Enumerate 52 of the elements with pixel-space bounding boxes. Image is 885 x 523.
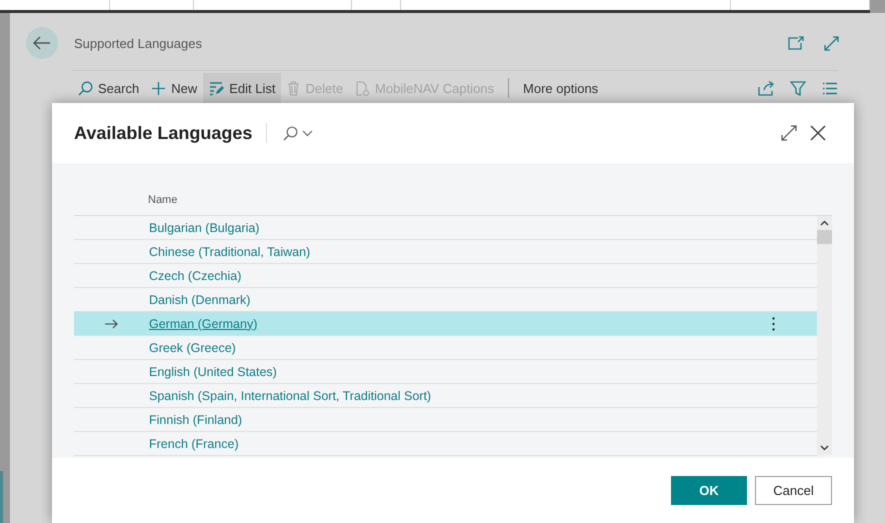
- toolbar-button[interactable]: New: [145, 73, 204, 103]
- expand-icon[interactable]: [781, 125, 797, 141]
- list-row[interactable]: English (United States): [74, 360, 817, 384]
- toolbar-button[interactable]: More options: [517, 73, 604, 103]
- language-name[interactable]: Chinese (Traditional, Taiwan): [149, 244, 310, 258]
- list-row[interactable]: Spanish (Spain, International Sort, Traditional Sort): [74, 384, 817, 408]
- back-button[interactable]: [26, 27, 58, 59]
- column-header[interactable]: Name: [148, 194, 178, 206]
- document-icon: [355, 80, 370, 96]
- list-row[interactable]: Bulgarian (Bulgaria): [74, 216, 817, 240]
- search-dropdown[interactable]: [281, 124, 316, 142]
- list-row[interactable]: Finnish (Finland): [74, 408, 817, 432]
- ok-button[interactable]: OK: [671, 476, 747, 505]
- scrollbar-thumb[interactable]: [817, 230, 832, 244]
- list-row[interactable]: Chinese (Traditional, Taiwan): [74, 240, 817, 264]
- language-name[interactable]: German (Germany): [149, 316, 258, 330]
- dialog-title: Available Languages: [74, 122, 252, 144]
- list-row[interactable]: Czech (Czechia): [74, 264, 817, 288]
- search-icon: [78, 80, 93, 96]
- arrow-icon: [105, 318, 118, 328]
- side-panel-edge: [0, 471, 3, 523]
- search-icon: [283, 126, 298, 140]
- language-name[interactable]: French (France): [149, 436, 239, 450]
- language-name[interactable]: Greek (Greece): [149, 340, 236, 354]
- toolbar-button[interactable]: Search: [72, 73, 146, 103]
- plus-icon: [151, 80, 166, 96]
- chevron-down-icon: [302, 130, 314, 136]
- popout-icon[interactable]: [788, 36, 804, 50]
- language-name[interactable]: Danish (Denmark): [149, 292, 250, 306]
- toolbar-button[interactable]: Edit List: [203, 73, 282, 103]
- cancel-button[interactable]: Cancel: [755, 476, 832, 505]
- language-name[interactable]: Spanish (Spain, International Sort, Traditional Sort): [149, 388, 432, 402]
- scrollbar[interactable]: [817, 216, 832, 455]
- back-arrow-icon: [33, 36, 51, 50]
- page-title: Supported Languages: [74, 36, 202, 50]
- edit-list-icon: [209, 80, 224, 96]
- more-icon[interactable]: [772, 316, 775, 330]
- trash-icon: [287, 80, 300, 96]
- filter-icon[interactable]: [790, 80, 806, 96]
- list-icon[interactable]: [822, 82, 838, 94]
- language-name[interactable]: Bulgarian (Bulgaria): [149, 220, 260, 234]
- list-row[interactable]: German (Germany): [74, 312, 817, 336]
- list-row[interactable]: French (France): [74, 432, 817, 456]
- list-row[interactable]: Greek (Greece): [74, 336, 817, 360]
- language-name[interactable]: Finnish (Finland): [149, 412, 242, 426]
- language-name[interactable]: English (United States): [149, 364, 277, 378]
- language-name[interactable]: Czech (Czechia): [149, 268, 242, 282]
- share-icon[interactable]: [758, 80, 774, 96]
- expand-icon[interactable]: [824, 36, 839, 50]
- chevron-down-icon[interactable]: [820, 445, 829, 451]
- close-icon[interactable]: [810, 125, 826, 141]
- chevron-up-icon[interactable]: [820, 220, 829, 226]
